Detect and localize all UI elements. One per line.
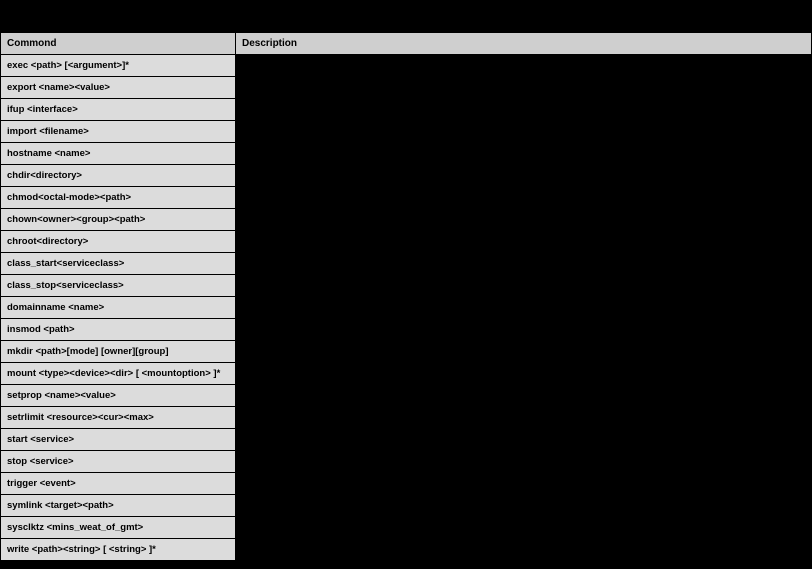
table-row: ifup <interface> [1,99,812,121]
table-row: setrlimit <resource><cur><max> [1,407,812,429]
cell-command: setprop <name><value> [1,385,236,407]
cell-command: class_start<serviceclass> [1,253,236,275]
cell-command: chroot<directory> [1,231,236,253]
cell-description [236,495,812,517]
cell-description [236,55,812,77]
table-row: chmod<octal-mode><path> [1,187,812,209]
cell-command: write <path><string> [ <string> ]* [1,539,236,561]
table-row: insmod <path> [1,319,812,341]
cell-command: trigger <event> [1,473,236,495]
table-body: exec <path> [<argument>]*export <name><v… [1,55,812,561]
cell-command: class_stop<serviceclass> [1,275,236,297]
cell-description [236,297,812,319]
cell-command: chown<owner><group><path> [1,209,236,231]
cell-description [236,473,812,495]
cell-command: stop <service> [1,451,236,473]
table-row: chdir<directory> [1,165,812,187]
cell-description [236,165,812,187]
header-description: Description [236,33,812,55]
cell-description [236,539,812,561]
cell-description [236,187,812,209]
cell-description [236,319,812,341]
cell-description [236,385,812,407]
cell-description [236,77,812,99]
table-row: stop <service> [1,451,812,473]
cell-description [236,99,812,121]
cell-command: ifup <interface> [1,99,236,121]
table-row: setprop <name><value> [1,385,812,407]
cell-command: exec <path> [<argument>]* [1,55,236,77]
cell-command: mount <type><device><dir> [ <mountoption… [1,363,236,385]
cell-description [236,517,812,539]
table-row: start <service> [1,429,812,451]
cell-description [236,363,812,385]
table-row: mkdir <path>[mode] [owner][group] [1,341,812,363]
cell-command: hostname <name> [1,143,236,165]
cell-description [236,231,812,253]
cell-command: insmod <path> [1,319,236,341]
table-row: class_stop<serviceclass> [1,275,812,297]
table-row: trigger <event> [1,473,812,495]
table-row: domainname <name> [1,297,812,319]
table-row: class_start<serviceclass> [1,253,812,275]
cell-description [236,341,812,363]
table-row: chown<owner><group><path> [1,209,812,231]
cell-description [236,451,812,473]
cell-command: setrlimit <resource><cur><max> [1,407,236,429]
cell-command: symlink <target><path> [1,495,236,517]
table-row: exec <path> [<argument>]* [1,55,812,77]
cell-description [236,407,812,429]
table-row: write <path><string> [ <string> ]* [1,539,812,561]
table-row: symlink <target><path> [1,495,812,517]
table-row: sysclktz <mins_weat_of_gmt> [1,517,812,539]
table-header: Commond Description [1,33,812,55]
cell-command: import <filename> [1,121,236,143]
table-row: chroot<directory> [1,231,812,253]
commands-table: Commond Description exec <path> [<argume… [0,32,812,561]
table-row: mount <type><device><dir> [ <mountoption… [1,363,812,385]
cell-command: chdir<directory> [1,165,236,187]
header-command: Commond [1,33,236,55]
cell-description [236,253,812,275]
cell-description [236,275,812,297]
cell-description [236,209,812,231]
cell-description [236,143,812,165]
cell-command: chmod<octal-mode><path> [1,187,236,209]
table-row: export <name><value> [1,77,812,99]
cell-command: sysclktz <mins_weat_of_gmt> [1,517,236,539]
table-row: hostname <name> [1,143,812,165]
cell-command: domainname <name> [1,297,236,319]
cell-command: export <name><value> [1,77,236,99]
cell-description [236,121,812,143]
cell-command: start <service> [1,429,236,451]
cell-description [236,429,812,451]
cell-command: mkdir <path>[mode] [owner][group] [1,341,236,363]
table-row: import <filename> [1,121,812,143]
